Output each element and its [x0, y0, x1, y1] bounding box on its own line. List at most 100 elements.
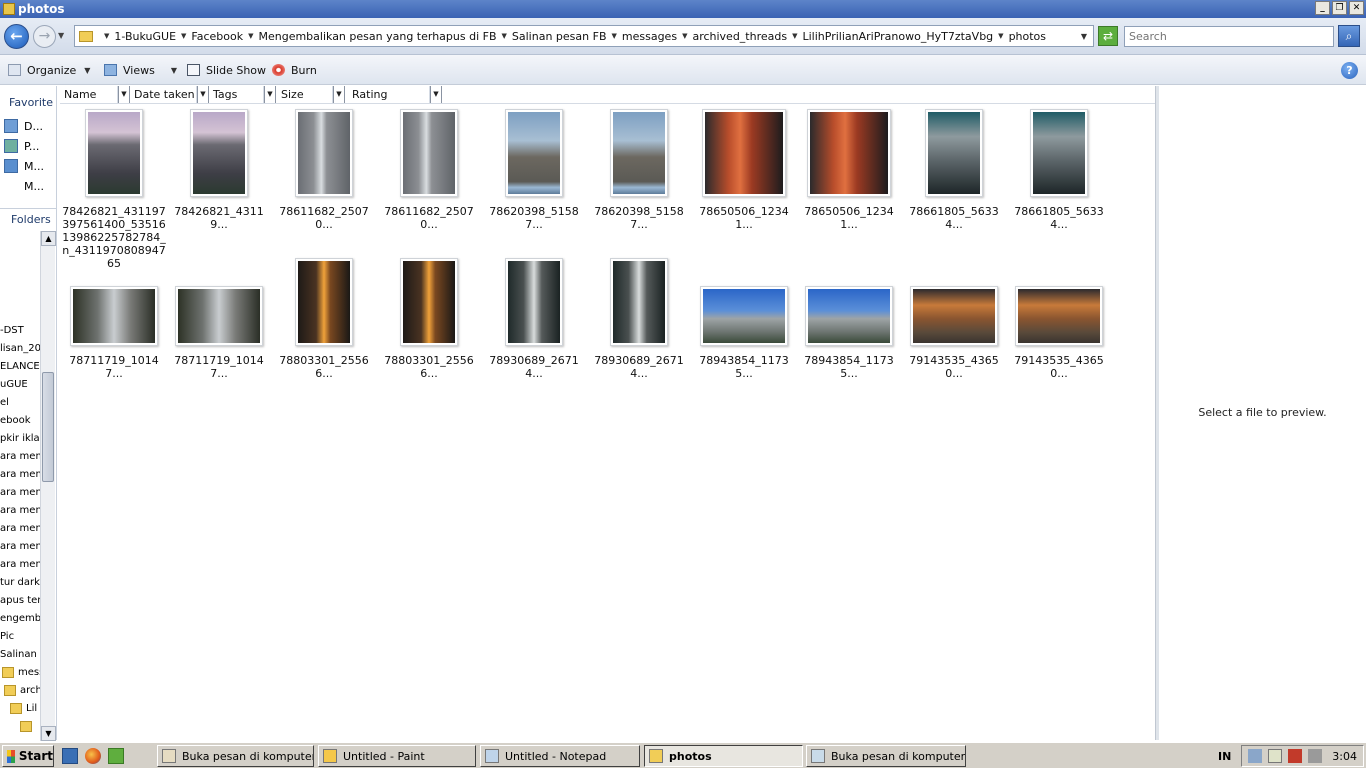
- network-icon[interactable]: [1248, 749, 1263, 763]
- photo-file-item[interactable]: 79143535_43650...: [902, 253, 1006, 401]
- language-indicator[interactable]: IN: [1218, 750, 1231, 763]
- network-disconnected-icon[interactable]: [1288, 749, 1303, 763]
- breadcrumb-item[interactable]: photos: [1009, 30, 1046, 43]
- folder-tree-item[interactable]: ara meng: [0, 484, 40, 500]
- breadcrumb-separator[interactable]: ▼: [181, 32, 186, 40]
- column-header-date-taken[interactable]: Date taken: [130, 86, 197, 103]
- folder-tree-item[interactable]: -DST: [0, 322, 24, 338]
- taskbar-button[interactable]: Buka pesan di komputer ...: [806, 745, 966, 767]
- folder-tree-item[interactable]: el: [0, 394, 9, 410]
- folder-tree-item[interactable]: ara meng: [0, 538, 40, 554]
- column-filter-dropdown[interactable]: ▼: [333, 86, 345, 103]
- folder-tree-item[interactable]: uGUE: [0, 376, 28, 392]
- quick-launch-app-icon[interactable]: [108, 748, 124, 764]
- column-filter-dropdown[interactable]: ▼: [197, 86, 209, 103]
- forward-button[interactable]: →: [33, 25, 56, 48]
- clock[interactable]: 3:04: [1332, 750, 1357, 763]
- scroll-thumb[interactable]: [42, 372, 54, 482]
- folder-tree-item[interactable]: tur dark: [0, 574, 40, 590]
- folder-tree-item[interactable]: arch: [4, 682, 40, 698]
- folder-tree-item[interactable]: ara mem: [0, 448, 40, 464]
- photo-file-item[interactable]: 78650506_12341...: [797, 104, 901, 252]
- column-filter-dropdown[interactable]: ▼: [118, 86, 130, 103]
- photo-file-item[interactable]: 78943854_11735...: [797, 253, 901, 401]
- photo-file-item[interactable]: 79143535_43650...: [1007, 253, 1111, 401]
- recent-pages-dropdown[interactable]: ▼: [58, 31, 64, 40]
- folder-tree-item[interactable]: pkir iklan: [0, 430, 40, 446]
- breadcrumb-item[interactable]: LilihPrilianAriPranowo_HyT7ztaVbg: [803, 30, 994, 43]
- photo-file-item[interactable]: 78611682_25070...: [377, 104, 481, 252]
- column-header-rating[interactable]: Rating: [348, 86, 430, 103]
- breadcrumb-separator[interactable]: ▼: [998, 32, 1003, 40]
- photo-file-item[interactable]: 78930689_26714...: [482, 253, 586, 401]
- column-header-tags[interactable]: Tags: [209, 86, 264, 103]
- taskbar-button[interactable]: Buka pesan di komputer....: [157, 745, 314, 767]
- search-button[interactable]: ⌕: [1338, 25, 1360, 47]
- back-button[interactable]: ←: [4, 24, 29, 49]
- folder-tree-item[interactable]: messa: [2, 664, 40, 680]
- slideshow-button[interactable]: Slide Show: [187, 61, 266, 79]
- folder-tree-item[interactable]: [20, 718, 36, 734]
- folder-tree-item[interactable]: ara meng: [0, 520, 40, 536]
- breadcrumb-separator[interactable]: ▼: [682, 32, 687, 40]
- breadcrumb-item[interactable]: archived_threads: [692, 30, 787, 43]
- breadcrumb-item[interactable]: messages: [622, 30, 677, 43]
- favorite-link[interactable]: M...: [4, 178, 44, 194]
- restore-button[interactable]: ❐: [1332, 1, 1347, 15]
- favorite-link[interactable]: M...: [4, 158, 44, 174]
- folder-tree-item[interactable]: engemba: [0, 610, 40, 626]
- folder-tree-item[interactable]: ara meng: [0, 556, 40, 572]
- file-list[interactable]: 78426821_431197397561400_535161398622578…: [60, 104, 1156, 740]
- folder-tree-item[interactable]: Pic: [0, 628, 14, 644]
- folder-tree-item[interactable]: Salinan p: [0, 646, 40, 662]
- breadcrumb-separator[interactable]: ▼: [248, 32, 253, 40]
- photo-file-item[interactable]: 78803301_25566...: [272, 253, 376, 401]
- column-header-name[interactable]: Name ▲: [60, 86, 118, 119]
- folder-tree-item[interactable]: apus tem: [0, 592, 40, 608]
- photo-file-item[interactable]: 78426821_431197397561400_535161398622578…: [62, 104, 166, 270]
- photo-file-item[interactable]: 78930689_26714...: [587, 253, 691, 401]
- show-desktop-icon[interactable]: [62, 748, 78, 764]
- safely-remove-icon[interactable]: [1268, 749, 1283, 763]
- photo-file-item[interactable]: 78611682_25070...: [272, 104, 376, 252]
- photo-file-item[interactable]: 78620398_51587...: [587, 104, 691, 252]
- folder-tree-scrollbar[interactable]: ▲ ▼: [40, 231, 56, 741]
- firefox-icon[interactable]: [85, 748, 101, 764]
- favorite-link[interactable]: D...: [4, 118, 43, 134]
- breadcrumb-separator[interactable]: ▼: [612, 32, 617, 40]
- column-filter-dropdown[interactable]: ▼: [430, 86, 442, 103]
- column-header-size[interactable]: Size: [277, 86, 333, 103]
- breadcrumb-item[interactable]: Mengembalikan pesan yang terhapus di FB: [258, 30, 496, 43]
- folder-tree-item[interactable]: ara mem: [0, 466, 40, 482]
- search-input[interactable]: [1124, 26, 1334, 47]
- taskbar-button[interactable]: photos: [644, 745, 803, 767]
- volume-icon[interactable]: [1308, 749, 1323, 763]
- folder-tree-item[interactable]: ebook: [0, 412, 31, 428]
- folder-tree-item[interactable]: Lil: [10, 700, 37, 716]
- address-history-dropdown[interactable]: ▼: [1081, 32, 1087, 41]
- breadcrumb-item[interactable]: 1-BukuGUE: [114, 30, 176, 43]
- folder-tree-item[interactable]: lisan_20: [0, 340, 40, 356]
- start-button[interactable]: Start: [2, 745, 54, 767]
- photo-file-item[interactable]: 78426821_43119...: [167, 104, 271, 252]
- organize-button[interactable]: Organize ▼: [8, 61, 90, 79]
- photo-file-item[interactable]: 78650506_12341...: [692, 104, 796, 252]
- photo-file-item[interactable]: 78711719_10147...: [167, 253, 271, 401]
- column-filter-dropdown[interactable]: ▼: [264, 86, 276, 103]
- favorite-link[interactable]: P...: [4, 138, 39, 154]
- breadcrumb-separator[interactable]: ▼: [792, 32, 797, 40]
- scroll-down-arrow[interactable]: ▼: [41, 726, 56, 741]
- photo-file-item[interactable]: 78661805_56334...: [902, 104, 1006, 252]
- refresh-button[interactable]: ⇄: [1098, 26, 1118, 46]
- help-button[interactable]: ?: [1341, 62, 1358, 79]
- scroll-up-arrow[interactable]: ▲: [41, 231, 56, 246]
- breadcrumb-item[interactable]: Salinan pesan FB: [512, 30, 607, 43]
- breadcrumb-separator[interactable]: ▼: [104, 32, 109, 40]
- breadcrumb-separator[interactable]: ▼: [502, 32, 507, 40]
- photo-file-item[interactable]: 78711719_10147...: [62, 253, 166, 401]
- taskbar-button[interactable]: Untitled - Paint: [318, 745, 476, 767]
- close-button[interactable]: ✕: [1349, 1, 1364, 15]
- title-bar[interactable]: photos _ ❐ ✕: [0, 0, 1366, 18]
- breadcrumb[interactable]: ▼ 1-BukuGUE ▼ Facebook ▼ Mengembalikan pesan…: [74, 25, 1094, 47]
- burn-button[interactable]: Burn: [272, 61, 317, 79]
